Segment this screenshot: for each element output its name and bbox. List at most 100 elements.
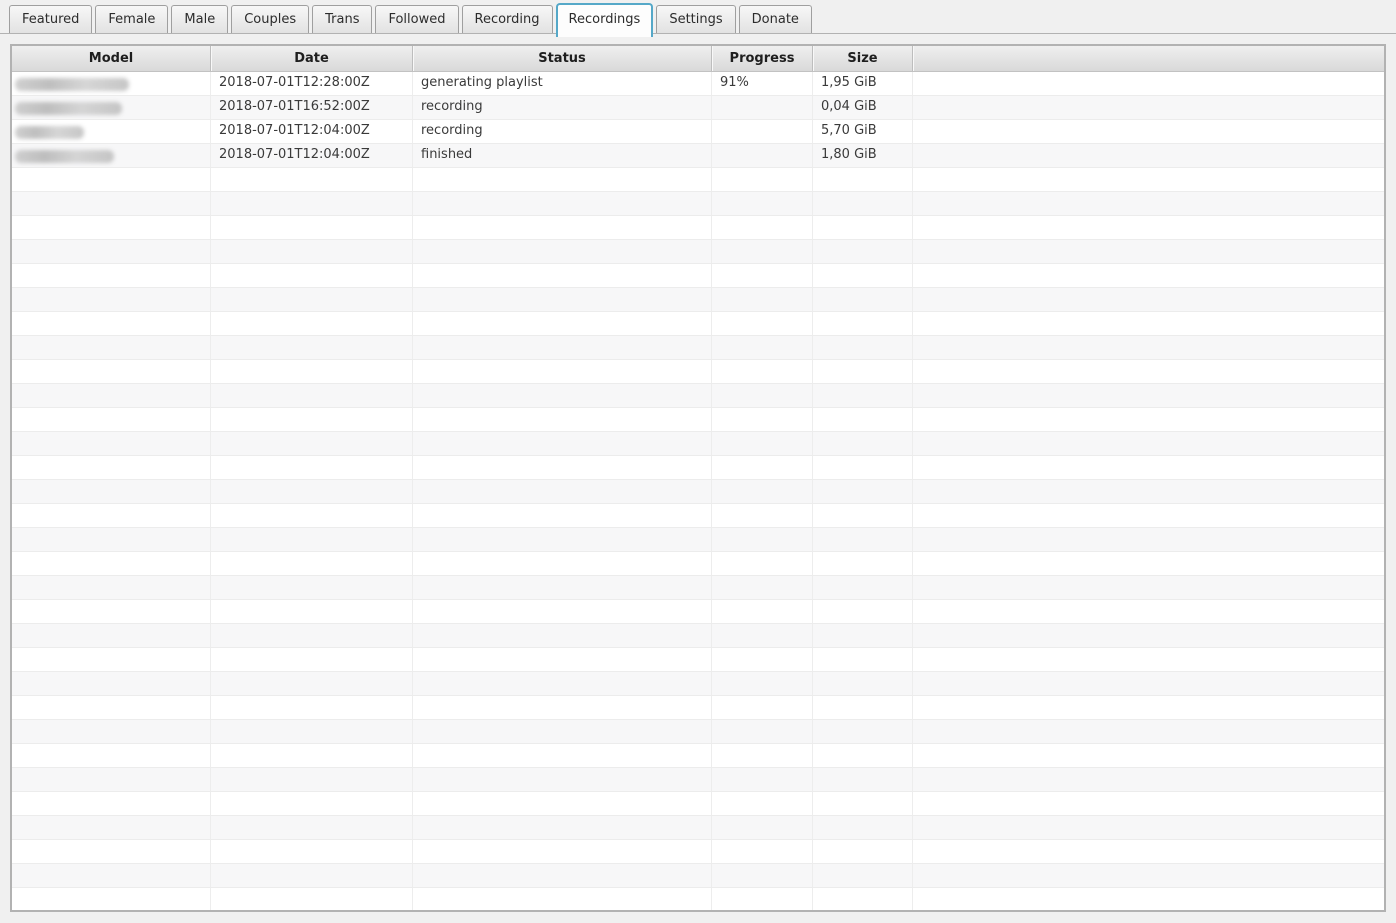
cell-progress <box>712 672 813 695</box>
table-row[interactable]: 2018-07-01T16:52:00Z recording 0,04 GiB <box>12 96 1384 120</box>
cell-date <box>211 864 413 887</box>
cell-model <box>12 96 211 119</box>
table-row-empty[interactable] <box>12 432 1384 456</box>
column-header-model[interactable]: Model <box>12 46 211 71</box>
cell-filler <box>913 216 1384 239</box>
cell-status <box>413 384 712 407</box>
table-row-empty[interactable] <box>12 456 1384 480</box>
column-header-progress[interactable]: Progress <box>712 46 813 71</box>
cell-progress <box>712 600 813 623</box>
cell-status <box>413 576 712 599</box>
tab-female[interactable]: Female <box>95 5 168 33</box>
tab-followed[interactable]: Followed <box>375 5 458 33</box>
cell-status: recording <box>413 120 712 143</box>
table-row-empty[interactable] <box>12 576 1384 600</box>
table-row-empty[interactable] <box>12 672 1384 696</box>
cell-filler <box>913 816 1384 839</box>
cell-status <box>413 840 712 863</box>
table-row[interactable]: 2018-07-01T12:04:00Z recording 5,70 GiB <box>12 120 1384 144</box>
cell-size <box>813 264 913 287</box>
cell-filler <box>913 744 1384 767</box>
table-row-empty[interactable] <box>12 288 1384 312</box>
table-row-empty[interactable] <box>12 504 1384 528</box>
cell-status <box>413 648 712 671</box>
table-row-empty[interactable] <box>12 360 1384 384</box>
cell-filler <box>913 336 1384 359</box>
table-row-empty[interactable] <box>12 528 1384 552</box>
table-row-empty[interactable] <box>12 744 1384 768</box>
table-row-empty[interactable] <box>12 600 1384 624</box>
cell-filler <box>913 192 1384 215</box>
table-row-empty[interactable] <box>12 336 1384 360</box>
table-row-empty[interactable] <box>12 384 1384 408</box>
tab-couples[interactable]: Couples <box>231 5 309 33</box>
column-header-size[interactable]: Size <box>813 46 913 71</box>
table-row-empty[interactable] <box>12 168 1384 192</box>
table-row-empty[interactable] <box>12 408 1384 432</box>
cell-date <box>211 792 413 815</box>
cell-model <box>12 408 211 431</box>
table-row-empty[interactable] <box>12 192 1384 216</box>
cell-model <box>12 744 211 767</box>
column-header-date[interactable]: Date <box>211 46 413 71</box>
table-row-empty[interactable] <box>12 648 1384 672</box>
cell-status <box>413 816 712 839</box>
cell-model <box>12 624 211 647</box>
table-row-empty[interactable] <box>12 720 1384 744</box>
column-header-status[interactable]: Status <box>413 46 712 71</box>
table-row-empty[interactable] <box>12 480 1384 504</box>
cell-model <box>12 888 211 911</box>
cell-progress <box>712 480 813 503</box>
table-row-empty[interactable] <box>12 864 1384 888</box>
column-header-label: Model <box>89 51 133 66</box>
cell-status <box>413 600 712 623</box>
cell-filler <box>913 504 1384 527</box>
cell-progress <box>712 384 813 407</box>
cell-model <box>12 240 211 263</box>
table-row-empty[interactable] <box>12 792 1384 816</box>
cell-status <box>413 192 712 215</box>
cell-filler <box>913 576 1384 599</box>
tab-featured[interactable]: Featured <box>9 5 92 33</box>
cell-status: finished <box>413 144 712 167</box>
tab-male[interactable]: Male <box>171 5 228 33</box>
table-row-empty[interactable] <box>12 888 1384 912</box>
redacted-model-name <box>15 102 122 115</box>
tab-trans[interactable]: Trans <box>312 5 372 33</box>
table-row-empty[interactable] <box>12 552 1384 576</box>
cell-status <box>413 168 712 191</box>
cell-progress <box>712 120 813 143</box>
cell-date <box>211 744 413 767</box>
column-header-filler[interactable] <box>913 46 1384 71</box>
cell-date <box>211 528 413 551</box>
cell-model <box>12 504 211 527</box>
column-header-label: Size <box>847 51 877 66</box>
tab-donate[interactable]: Donate <box>739 5 812 33</box>
table-row-empty[interactable] <box>12 264 1384 288</box>
cell-date <box>211 576 413 599</box>
cell-date <box>211 336 413 359</box>
cell-date <box>211 768 413 791</box>
cell-size <box>813 816 913 839</box>
table-row[interactable]: 2018-07-01T12:04:00Z finished 1,80 GiB <box>12 144 1384 168</box>
table-row-empty[interactable] <box>12 840 1384 864</box>
cell-status <box>413 336 712 359</box>
cell-date <box>211 288 413 311</box>
cell-date <box>211 192 413 215</box>
table-row-empty[interactable] <box>12 624 1384 648</box>
cell-model <box>12 672 211 695</box>
table-row-empty[interactable] <box>12 768 1384 792</box>
table-row-empty[interactable] <box>12 240 1384 264</box>
cell-model <box>12 816 211 839</box>
table-row[interactable]: 2018-07-01T12:28:00Z generating playlist… <box>12 72 1384 96</box>
table-row-empty[interactable] <box>12 312 1384 336</box>
table-row-empty[interactable] <box>12 696 1384 720</box>
table-row-empty[interactable] <box>12 216 1384 240</box>
tab-recording[interactable]: Recording <box>462 5 553 33</box>
cell-filler <box>913 888 1384 911</box>
cell-model <box>12 216 211 239</box>
tab-settings[interactable]: Settings <box>656 5 735 33</box>
cell-model <box>12 648 211 671</box>
tab-recordings[interactable]: Recordings <box>556 3 654 37</box>
table-row-empty[interactable] <box>12 816 1384 840</box>
